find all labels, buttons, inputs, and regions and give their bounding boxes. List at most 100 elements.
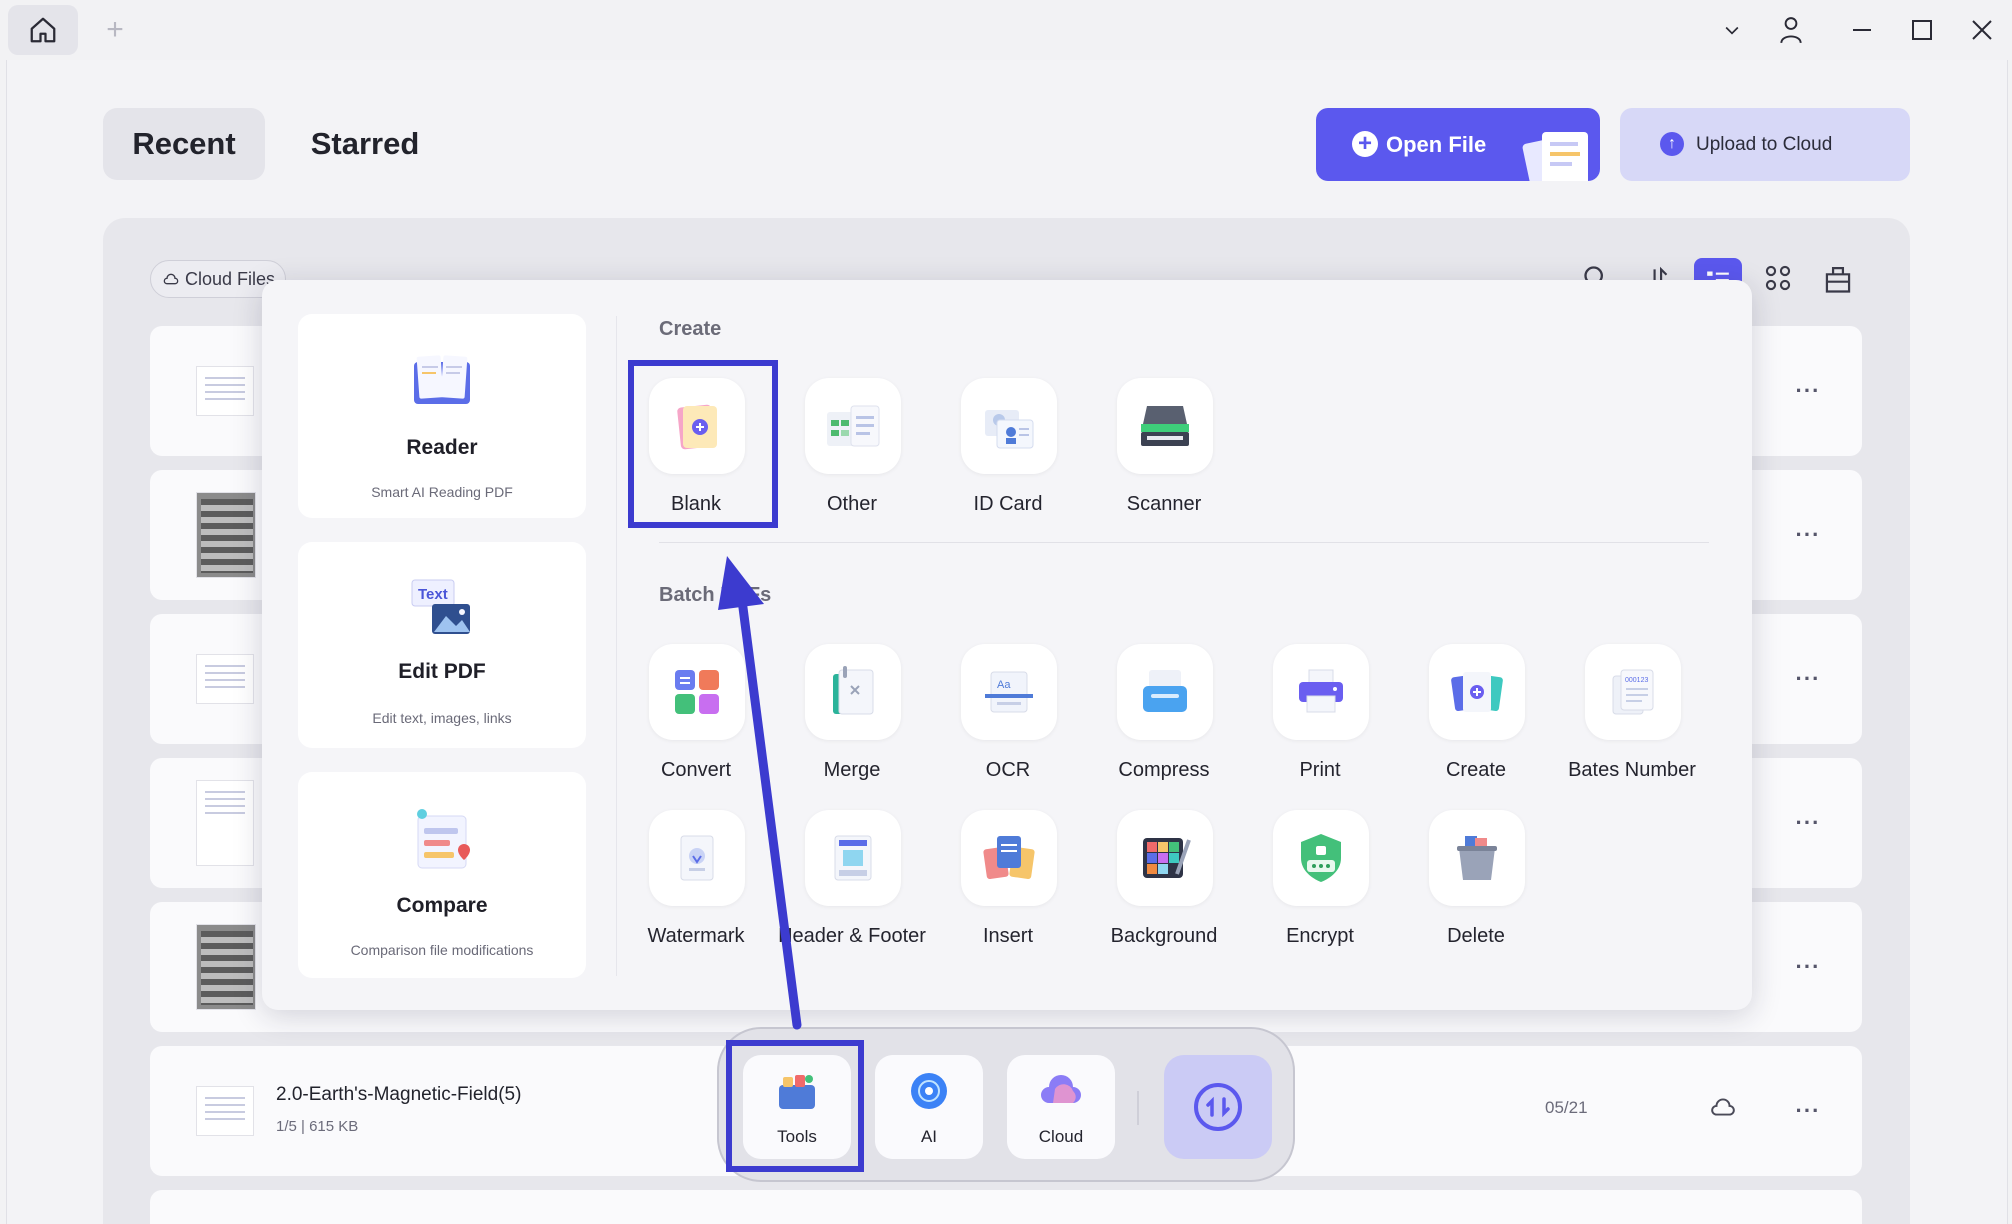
dock-ai-label: AI	[920, 1127, 938, 1146]
file-row[interactable]	[150, 1190, 1862, 1224]
tool-ocr[interactable]: Aa OCR	[933, 644, 1083, 784]
printer-icon	[1299, 669, 1343, 713]
file-thumbnail	[196, 654, 254, 704]
tool-bates-number[interactable]: 000123 Bates Number	[1557, 644, 1707, 784]
book-icon	[414, 355, 470, 404]
compare-subtitle: Comparison file modifications	[350, 942, 534, 958]
batch-section-title: Batch PDFs	[659, 584, 772, 606]
new-tab-plus-icon[interactable]: +	[100, 12, 130, 48]
cloud-outline-icon	[163, 273, 179, 285]
dock-cloud-label: Cloud	[1038, 1127, 1084, 1146]
minimize-icon[interactable]	[1842, 12, 1882, 48]
bates-number-tile: 000123	[1585, 644, 1681, 740]
open-file-button[interactable]: + Open File	[1316, 108, 1600, 181]
tool-scanner[interactable]: Scanner	[1089, 378, 1239, 518]
cloud-status-icon[interactable]	[1710, 1096, 1736, 1123]
dock-cloud-button[interactable]: Cloud	[1007, 1055, 1115, 1159]
ai-orb-icon	[911, 1073, 947, 1109]
tool-delete[interactable]: Delete	[1401, 810, 1551, 950]
edit-text-image-icon: Text	[411, 579, 470, 634]
dock-ai-button[interactable]: AI	[875, 1055, 983, 1159]
watermark-label: Watermark	[647, 925, 745, 947]
tool-encrypt[interactable]: Encrypt	[1245, 810, 1395, 950]
delete-label: Delete	[1447, 925, 1505, 947]
title-bar: +	[0, 0, 2012, 60]
scanner-icon	[1141, 406, 1189, 446]
tool-watermark[interactable]: Watermark	[621, 810, 771, 950]
insert-page-icon	[983, 836, 1035, 879]
compare-card[interactable]: Compare Comparison file modifications	[298, 772, 586, 978]
tool-header-footer[interactable]: Header & Footer	[777, 810, 927, 950]
other-tile	[805, 378, 901, 474]
tool-compress[interactable]: Compress	[1089, 644, 1239, 784]
reader-card[interactable]: Reader Smart AI Reading PDF	[298, 314, 586, 518]
edit-icon-text: Text	[418, 586, 448, 603]
blank-highlight-box	[628, 360, 778, 528]
background-tile	[1117, 810, 1213, 906]
tab-starred[interactable]: Starred	[290, 108, 440, 180]
tools-highlight-box	[726, 1040, 864, 1172]
tool-create[interactable]: Create	[1401, 644, 1551, 784]
tab-recent[interactable]: Recent	[103, 108, 265, 180]
more-options-icon[interactable]: ···	[1788, 661, 1828, 697]
create-section-title: Create	[659, 318, 722, 340]
watermark-tile	[649, 810, 745, 906]
cloud-files-label: Cloud Files	[185, 268, 276, 289]
tool-id-card[interactable]: ID Card	[933, 378, 1083, 518]
sync-icon	[1194, 1083, 1242, 1131]
encrypt-tile	[1273, 810, 1369, 906]
trash-basket-icon[interactable]	[1818, 258, 1858, 298]
dock-separator	[1137, 1091, 1139, 1125]
close-icon[interactable]	[1962, 12, 2002, 48]
id-card-icon	[985, 410, 1034, 449]
home-icon	[30, 17, 56, 43]
header-footer-label: Header & Footer	[778, 925, 926, 947]
more-options-icon[interactable]: ···	[1788, 949, 1828, 985]
grid-view-icon[interactable]	[1758, 258, 1798, 298]
watermark-icon	[680, 835, 714, 881]
scanner-label: Scanner	[1126, 493, 1202, 515]
tool-background[interactable]: Background	[1089, 810, 1239, 950]
section-divider	[659, 542, 1709, 543]
convert-tile	[649, 644, 745, 740]
more-options-icon[interactable]: ···	[1788, 805, 1828, 841]
background-label: Background	[1110, 925, 1218, 947]
open-file-label: Open File	[1386, 132, 1487, 157]
reader-subtitle: Smart AI Reading PDF	[371, 484, 513, 500]
compare-documents-icon	[417, 809, 470, 869]
edit-pdf-subtitle: Edit text, images, links	[372, 710, 512, 726]
header-footer-tile	[805, 810, 901, 906]
file-thumbnail	[196, 492, 256, 578]
ocr-icon: Aa	[985, 671, 1033, 713]
tool-print[interactable]: Print	[1245, 644, 1395, 784]
more-options-icon[interactable]: ···	[1788, 517, 1828, 553]
tool-convert[interactable]: Convert	[621, 644, 771, 784]
file-name: 2.0-Earth's-Magnetic-Field(5)	[276, 1084, 522, 1105]
dock-sync-button[interactable]	[1164, 1055, 1272, 1159]
more-options-icon[interactable]: ···	[1788, 1093, 1828, 1129]
compress-label: Compress	[1118, 759, 1210, 781]
home-tab[interactable]	[8, 5, 78, 55]
shield-lock-icon	[1301, 834, 1341, 882]
tool-insert[interactable]: Insert	[933, 810, 1083, 950]
convert-label: Convert	[660, 759, 732, 781]
file-meta: 1/5 | 615 KB	[276, 1118, 359, 1135]
file-thumbnail	[196, 1086, 254, 1136]
edit-pdf-card[interactable]: Text Edit PDF Edit text, images, links	[298, 542, 586, 748]
merge-label: Merge	[823, 759, 881, 781]
compare-title: Compare	[396, 894, 488, 917]
merge-icon	[833, 666, 874, 715]
chevron-down-icon[interactable]	[1712, 12, 1752, 48]
user-icon[interactable]	[1771, 12, 1811, 48]
create-label: Create	[1445, 759, 1507, 781]
maximize-icon[interactable]	[1902, 12, 1942, 48]
upload-to-cloud-button[interactable]: ↑ Upload to Cloud	[1620, 108, 1910, 181]
upload-arrow-icon: ↑	[1660, 132, 1684, 156]
tool-other[interactable]: Other	[777, 378, 927, 518]
more-options-icon[interactable]: ···	[1788, 373, 1828, 409]
id-card-label: ID Card	[973, 493, 1043, 515]
reader-title: Reader	[406, 436, 478, 459]
encrypt-label: Encrypt	[1286, 925, 1354, 947]
ocr-label: OCR	[985, 759, 1031, 781]
tool-merge[interactable]: Merge	[777, 644, 927, 784]
